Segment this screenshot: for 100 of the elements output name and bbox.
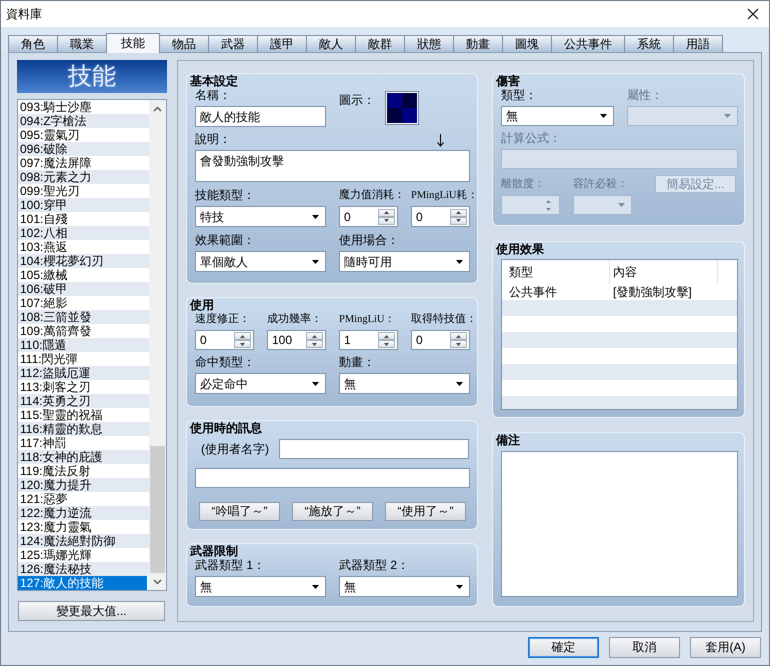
- tab[interactable]: 系統: [624, 35, 674, 52]
- skill-list-item[interactable]: 111:閃光彈: [18, 352, 149, 366]
- tab[interactable]: 用語: [673, 35, 723, 52]
- skill-list-item[interactable]: 119:魔法反射: [18, 464, 149, 478]
- skill-list-item[interactable]: 097:魔法屏障: [18, 156, 149, 170]
- skill-list-item[interactable]: 112:盜賊厄運: [18, 366, 149, 380]
- description-field[interactable]: 會發動強制攻擊: [195, 150, 470, 182]
- tab[interactable]: 敵人: [306, 35, 356, 52]
- notes-field[interactable]: [501, 451, 738, 597]
- skill-list-item[interactable]: 125:瑪娜光輝: [18, 548, 149, 562]
- checkered-square-icon[interactable]: [385, 91, 419, 125]
- message-button[interactable]: “施放了～”: [292, 502, 373, 521]
- skill-list-item[interactable]: 100:穿甲: [18, 198, 149, 212]
- value-spinbox[interactable]: 1: [339, 330, 398, 350]
- user-name-field[interactable]: [279, 439, 469, 459]
- up-triangle-icon: [456, 334, 461, 338]
- weapon-type-dropdown[interactable]: 無: [339, 576, 470, 597]
- skill-list-item[interactable]: 113:刺客之刃: [18, 380, 149, 394]
- up-chevron-icon[interactable]: [153, 106, 162, 112]
- skill-list-item[interactable]: 121:惡夢: [18, 492, 149, 506]
- spin-up-button[interactable]: [378, 208, 395, 216]
- skill-list-item[interactable]: 103:燕返: [18, 240, 149, 254]
- down-chevron-icon[interactable]: [153, 579, 162, 585]
- skill-list-item[interactable]: 104:櫻花夢幻刃: [18, 254, 149, 268]
- skill-list-item[interactable]: 124:魔法絕對防御: [18, 534, 149, 548]
- spin-down-button[interactable]: [450, 340, 467, 348]
- skill-list-item[interactable]: 117:神罰: [18, 436, 149, 450]
- speed-spinbox[interactable]: 0: [195, 330, 254, 350]
- change-max-button[interactable]: 變更最大值...: [18, 601, 165, 621]
- down-triangle-icon: [384, 219, 389, 222]
- skill-list-item[interactable]: 101:自殘: [18, 212, 149, 226]
- spin-up-button[interactable]: [450, 332, 467, 340]
- column-header[interactable]: 內容: [610, 260, 718, 284]
- tab[interactable]: 動畫: [453, 35, 503, 52]
- hit-type-dropdown[interactable]: 必定命中: [195, 373, 326, 394]
- spin-up-button[interactable]: [306, 332, 323, 340]
- field-label: 速度修正：: [195, 312, 250, 327]
- caret-icon: [312, 214, 319, 218]
- occasion-dropdown[interactable]: 隨時可用: [339, 251, 470, 272]
- skill-list-item[interactable]: 109:萬箭齊發: [18, 324, 149, 338]
- skill-list-item[interactable]: 106:破甲: [18, 282, 149, 296]
- tab[interactable]: 護甲: [257, 35, 307, 52]
- tab[interactable]: 公共事件: [551, 35, 625, 52]
- scrollbar[interactable]: [149, 100, 166, 590]
- skill-list-item[interactable]: 114:英勇之刃: [18, 394, 149, 408]
- message-button[interactable]: “吟唱了～”: [199, 502, 280, 521]
- name-field[interactable]: 敵人的技能: [195, 106, 326, 127]
- spin-up-button[interactable]: [450, 208, 467, 216]
- skill-list-item[interactable]: 096:破除: [18, 142, 149, 156]
- skill-list-item[interactable]: 120:魔力提升: [18, 478, 149, 492]
- skill-list-item[interactable]: 108:三箭並發: [18, 310, 149, 324]
- tab[interactable]: 角色: [8, 35, 58, 52]
- damage-type-dropdown[interactable]: 無: [501, 106, 614, 126]
- tab[interactable]: 狀態: [404, 35, 454, 52]
- skill-list-item[interactable]: 110:隱遁: [18, 338, 149, 352]
- spin-down-button[interactable]: [306, 340, 323, 348]
- message-button[interactable]: “使用了～”: [385, 502, 466, 521]
- tab[interactable]: 技能: [106, 33, 160, 53]
- skill-list-item[interactable]: 095:靈氣刃: [18, 128, 149, 142]
- skill-points-spinbox[interactable]: 0: [411, 330, 470, 350]
- message-field[interactable]: [195, 468, 470, 488]
- scrollbar-thumb[interactable]: [150, 446, 165, 573]
- spin-up-button[interactable]: [234, 332, 251, 340]
- spin-down-button[interactable]: [234, 340, 251, 348]
- tab[interactable]: 物品: [159, 35, 209, 52]
- skill-list-item[interactable]: 115:聖靈的祝福: [18, 408, 149, 422]
- tab[interactable]: 職業: [57, 35, 107, 52]
- success-rate-spinbox[interactable]: 100: [267, 330, 326, 350]
- skill-list-item[interactable]: 102:八相: [18, 226, 149, 240]
- skill-list-item[interactable]: 123:魔力靈氣: [18, 520, 149, 534]
- skill-list-item[interactable]: 116:精靈的歎息: [18, 422, 149, 436]
- weapon-type-dropdown[interactable]: 無: [195, 576, 326, 597]
- spin-down-button[interactable]: [378, 340, 395, 348]
- tab[interactable]: 圖塊: [502, 35, 552, 52]
- dialog-button[interactable]: 套用(A): [690, 637, 761, 658]
- dialog-button[interactable]: 取消: [609, 637, 680, 658]
- column-header[interactable]: 類型: [502, 260, 610, 284]
- close-icon[interactable]: [747, 8, 759, 20]
- skill-list-item[interactable]: 107:絕影: [18, 296, 149, 310]
- tab[interactable]: 敵群: [355, 35, 405, 52]
- skill-list-item[interactable]: 118:女神的庇護: [18, 450, 149, 464]
- skill-type-dropdown[interactable]: 特技: [195, 206, 326, 227]
- cost-spinbox[interactable]: 0: [411, 206, 470, 227]
- up-triangle-icon: [312, 334, 317, 338]
- skill-list-item[interactable]: 093:騎士沙塵: [18, 100, 149, 114]
- skill-list-item[interactable]: 127:敵人的技能: [18, 576, 147, 590]
- skill-list-item[interactable]: 105:繳械: [18, 268, 149, 282]
- field-label: 技能類型：: [195, 188, 255, 203]
- skill-list-item[interactable]: 099:聖光刃: [18, 184, 149, 198]
- dialog-button[interactable]: 確定: [528, 637, 599, 658]
- mp-cost-spinbox[interactable]: 0: [339, 206, 398, 227]
- skill-list-item[interactable]: 122:魔力逆流: [18, 506, 149, 520]
- animation-dropdown[interactable]: 無: [339, 373, 470, 394]
- spin-up-button[interactable]: [378, 332, 395, 340]
- skill-list-item[interactable]: 098:元素之力: [18, 170, 149, 184]
- skill-list-item[interactable]: 126:魔法秘技: [18, 562, 149, 576]
- skill-list-item[interactable]: 094:Z字槍法: [18, 114, 149, 128]
- tab[interactable]: 武器: [208, 35, 258, 52]
- group-title: 武器限制: [190, 544, 239, 558]
- scope-dropdown[interactable]: 單個敵人: [195, 251, 326, 272]
